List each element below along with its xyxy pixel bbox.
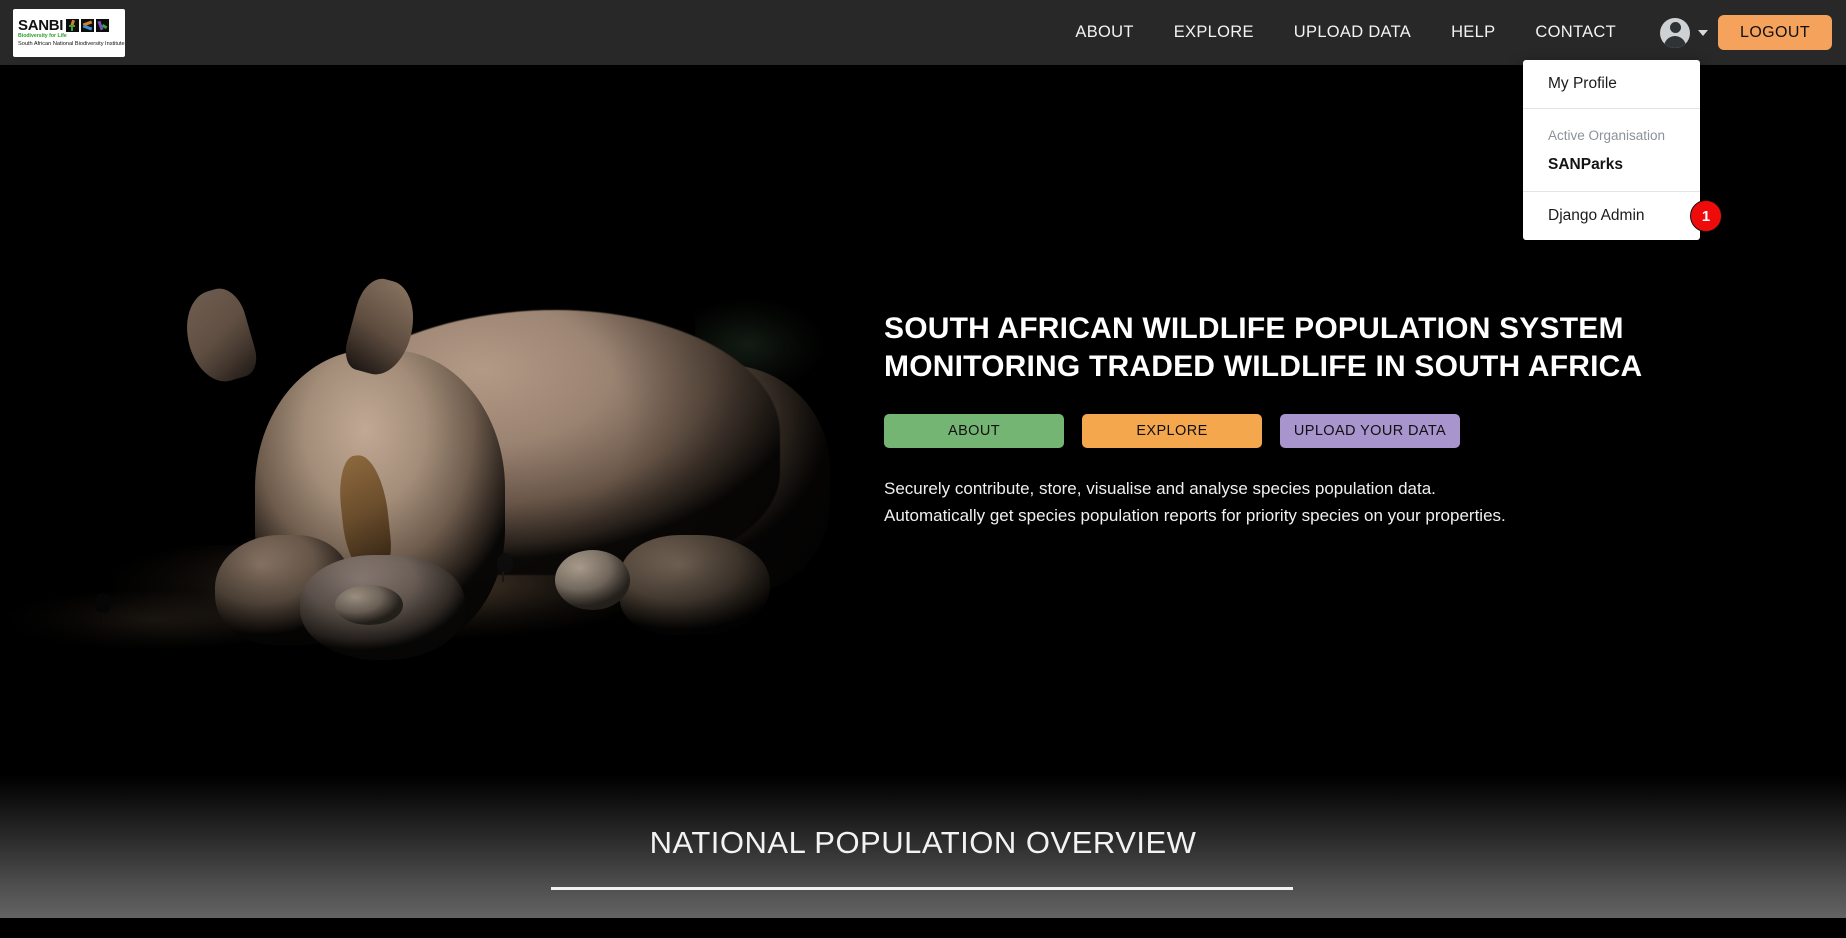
logo-tiles — [66, 18, 110, 32]
user-dropdown-menu: My Profile Active Organisation SANParks … — [1523, 60, 1722, 241]
nav-item-explore[interactable]: EXPLORE — [1154, 23, 1274, 42]
hero-explore-button[interactable]: EXPLORE — [1082, 413, 1262, 448]
logout-button[interactable]: LOGOUT — [1718, 15, 1832, 50]
hero-upload-button[interactable]: UPLOAD YOUR DATA — [1280, 413, 1460, 448]
hero-paragraph: Securely contribute, store, visualise an… — [884, 475, 1744, 530]
nav-item-upload-data[interactable]: UPLOAD DATA — [1274, 23, 1431, 42]
nav-links: ABOUT EXPLORE UPLOAD DATA HELP CONTACT L… — [1055, 15, 1846, 50]
national-population-overview-section: NATIONAL POPULATION OVERVIEW — [0, 775, 1846, 918]
menu-item-django-admin[interactable]: Django Admin 1 — [1523, 192, 1722, 240]
photo-vignette — [0, 65, 880, 775]
chameleon-tile-icon — [96, 18, 110, 32]
logo-full-name: South African National Biodiversity Inst… — [18, 40, 125, 47]
logo-top-row: SANBI — [18, 16, 110, 34]
nav-item-help[interactable]: HELP — [1431, 23, 1515, 42]
hero-paragraph-line-2: Automatically get species population rep… — [884, 506, 1506, 526]
hero-cta-row: ABOUT EXPLORE UPLOAD YOUR DATA — [884, 413, 1744, 448]
hero-copy: SOUTH AFRICAN WILDLIFE POPULATION SYSTEM… — [884, 310, 1744, 530]
hero-rhino-photo — [0, 65, 880, 775]
overview-divider — [551, 887, 1293, 890]
hero-title-line-2: MONITORING TRADED WILDLIFE IN SOUTH AFRI… — [884, 350, 1643, 384]
sanbi-logo[interactable]: SANBI Biodiversity for Life South Africa… — [13, 8, 125, 57]
menu-item-my-profile[interactable]: My Profile — [1523, 60, 1700, 108]
admin-notification-badge: 1 — [1690, 200, 1722, 233]
user-menu-toggle[interactable] — [1660, 17, 1709, 48]
logo-wordmark: SANBI — [18, 16, 64, 34]
logo-content: SANBI Biodiversity for Life South Africa… — [13, 15, 125, 50]
footer-strip — [0, 918, 1846, 938]
hero-title-line-1: SOUTH AFRICAN WILDLIFE POPULATION SYSTEM — [884, 312, 1624, 345]
active-organisation-value[interactable]: SANParks — [1548, 156, 1675, 174]
overview-heading: NATIONAL POPULATION OVERVIEW — [649, 825, 1197, 860]
active-organisation-label: Active Organisation — [1548, 128, 1666, 143]
menu-item-django-admin-label: Django Admin — [1548, 207, 1645, 225]
hero-title: SOUTH AFRICAN WILDLIFE POPULATION SYSTEM… — [884, 310, 1744, 387]
hero-about-button[interactable]: ABOUT — [884, 413, 1064, 448]
nav-item-contact[interactable]: CONTACT — [1515, 23, 1636, 42]
butterfly-tile-icon — [81, 18, 95, 32]
top-navbar: SANBI Biodiversity for Life South Africa… — [0, 0, 1846, 65]
hero-paragraph-line-1: Securely contribute, store, visualise an… — [884, 478, 1436, 498]
active-organisation-section: Active Organisation SANParks — [1523, 109, 1700, 191]
nav-item-about[interactable]: ABOUT — [1055, 23, 1153, 42]
logo-tagline: Biodiversity for Life — [18, 32, 67, 39]
user-avatar-icon — [1660, 17, 1691, 48]
protea-tile-icon — [66, 18, 80, 32]
chevron-down-icon — [1698, 29, 1709, 36]
